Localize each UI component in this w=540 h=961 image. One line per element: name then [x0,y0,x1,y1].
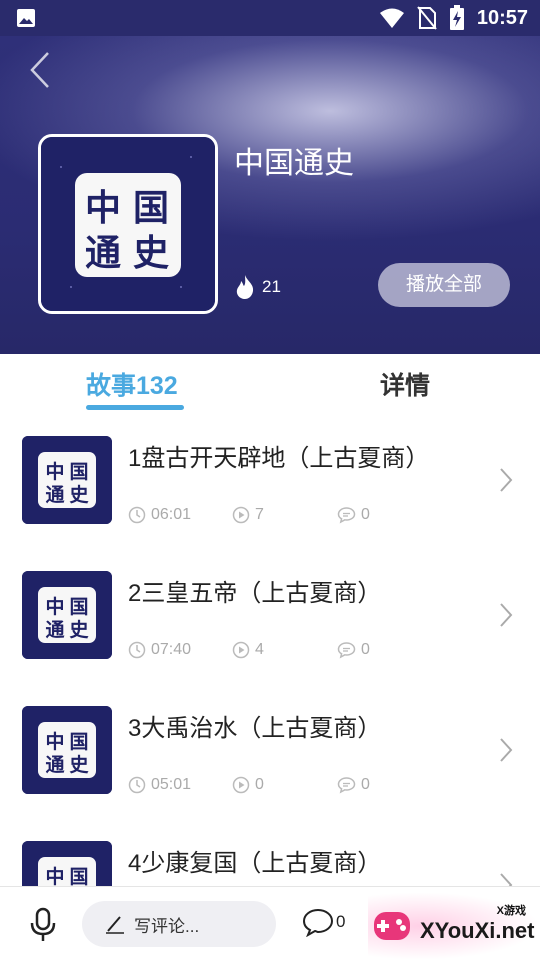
comment-count-button[interactable]: 0 [302,907,345,937]
comment-count-value: 0 [361,776,370,793]
story-list: 中 国 通 史 1盘古开天辟地（上古夏商） 06:01 7 0 中 国 通 史 … [0,418,540,886]
pen-icon [106,916,124,934]
svg-text:中: 中 [45,865,64,886]
cover-char-3: 通 [85,232,121,274]
album-cover: 中 国 通 史 [38,134,218,314]
clock-icon [128,641,146,659]
flame-icon [236,275,254,299]
comment-count-value: 0 [361,506,370,523]
story-comments: 0 [337,776,370,794]
story-duration: 06:01 [128,506,191,524]
play-circle-icon [232,776,250,794]
svg-text:中: 中 [45,460,64,483]
story-list-item[interactable]: 中 国 通 史 4少康复国（上古夏商） [0,823,540,886]
svg-text:国: 国 [69,731,88,753]
cover-char-2: 国 [133,187,169,229]
play-all-button[interactable]: 播放全部 [378,263,510,307]
comment-count: 0 [336,912,346,931]
story-title: 3大禹治水（上古夏商） [128,715,382,742]
image-notification-icon [17,9,35,27]
story-plays: 4 [232,641,264,659]
story-list-item[interactable]: 中 国 通 史 1盘古开天辟地（上古夏商） 06:01 7 0 [0,418,540,553]
svg-text:中: 中 [45,730,64,753]
comment-placeholder: 写评论... [134,916,200,936]
story-duration: 07:40 [128,641,191,659]
svg-text:史: 史 [69,619,89,641]
clock-icon [128,776,146,794]
play-circle-icon [232,641,250,659]
chevron-right-icon[interactable] [498,466,514,494]
chevron-right-icon[interactable] [498,871,514,886]
svg-text:史: 史 [69,754,89,776]
story-comments: 0 [337,641,370,659]
tab-bar: 故事132 详情 [0,354,540,418]
play-count-value: 4 [255,641,264,658]
story-title: 1盘古开天辟地（上古夏商） [128,445,430,472]
svg-text:国: 国 [69,866,88,886]
duration-value: 05:01 [151,776,192,793]
svg-text:中: 中 [45,595,64,618]
watermark-small: X游戏 [496,905,526,917]
comment-icon [337,642,356,659]
play-count-value: 7 [255,506,264,523]
story-plays: 0 [232,776,264,794]
watermark-text: XYouXi.net [420,918,535,943]
comment-count-value: 0 [361,641,370,658]
story-list-item[interactable]: 中 国 通 史 3大禹治水（上古夏商） 05:01 0 0 [0,688,540,823]
clock-icon [128,506,146,524]
svg-text:史: 史 [69,484,89,506]
story-list-item[interactable]: 中 国 通 史 2三皇五帝（上古夏商） 07:40 4 0 [0,553,540,688]
comment-input[interactable]: 写评论... [82,901,276,947]
gamepad-logo-icon [374,912,410,940]
story-thumbnail: 中 国 通 史 [22,706,112,794]
cover-char-1: 中 [85,187,121,229]
play-count-value: 0 [255,776,264,793]
cover-char-4: 史 [133,232,169,274]
svg-text:国: 国 [69,596,88,618]
back-arrow-icon[interactable] [22,50,62,90]
speech-bubble-icon [302,908,334,937]
story-thumbnail: 中 国 通 史 [22,436,112,524]
no-sim-icon [417,6,437,30]
duration-value: 06:01 [151,506,192,523]
hot-count: 21 [234,274,281,300]
chevron-right-icon[interactable] [498,601,514,629]
comment-icon [337,507,356,524]
story-thumbnail: 中 国 通 史 [22,841,112,886]
hot-count-value: 21 [262,277,281,296]
tab-stories[interactable]: 故事132 [86,366,178,402]
battery-charging-icon [449,5,464,30]
duration-value: 07:40 [151,641,192,658]
microphone-icon[interactable] [28,907,58,943]
site-watermark: X游戏 XYouXi.net [368,892,540,960]
comment-icon [337,777,356,794]
active-tab-indicator [86,405,184,410]
story-title: 4少康复国（上古夏商） [128,850,382,877]
tab-details[interactable]: 详情 [380,366,430,402]
svg-text:通: 通 [45,754,65,776]
wifi-icon [379,8,404,28]
album-title: 中国通史 [234,147,354,180]
svg-text:通: 通 [45,619,65,641]
chevron-right-icon[interactable] [498,736,514,764]
story-thumbnail: 中 国 通 史 [22,571,112,659]
story-title: 2三皇五帝（上古夏商） [128,580,382,607]
story-comments: 0 [337,506,370,524]
status-bar: 10:57 [0,0,540,36]
album-header: 中 国 通 史 中国通史 21 播放全部 [0,36,540,354]
svg-text:国: 国 [69,461,88,483]
story-plays: 7 [232,506,264,524]
svg-text:通: 通 [45,484,65,506]
play-circle-icon [232,506,250,524]
clock: 10:57 [476,6,528,29]
story-duration: 05:01 [128,776,191,794]
